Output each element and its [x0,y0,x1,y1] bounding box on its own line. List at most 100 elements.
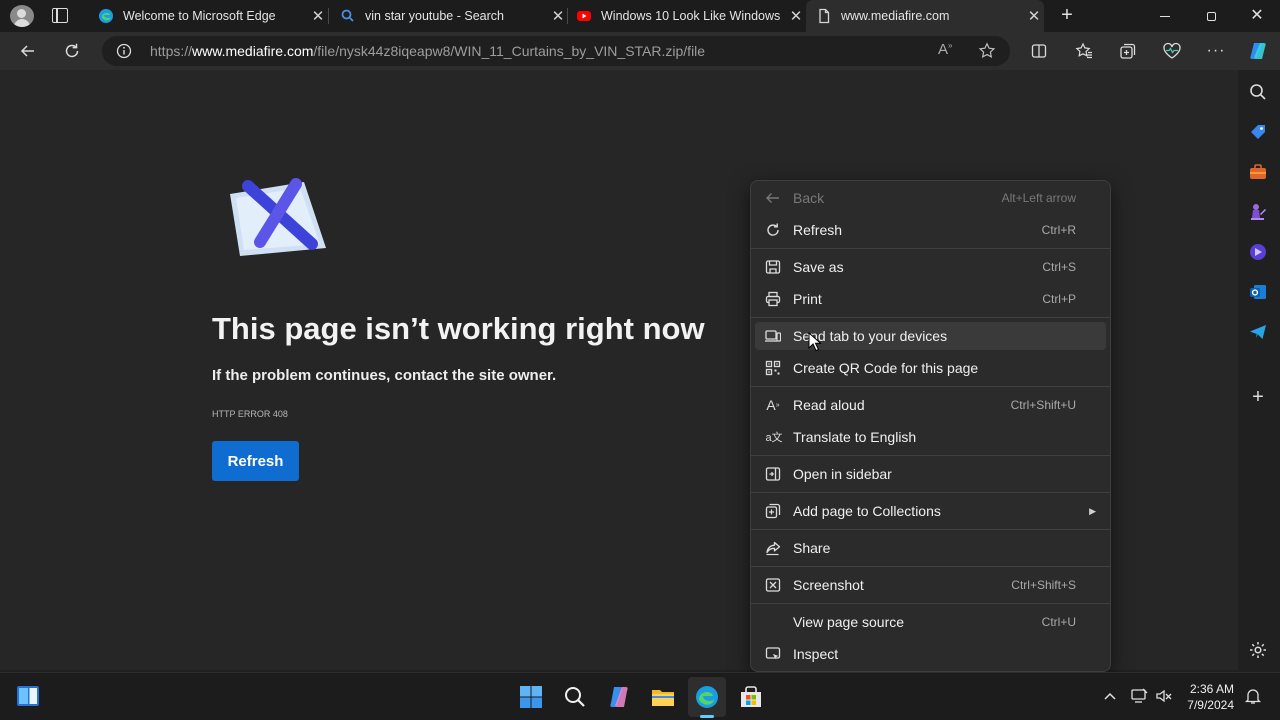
telegram-send-icon[interactable] [1248,322,1268,342]
menu-item-translate[interactable]: a文 Translate to English [755,423,1106,451]
close-window-button[interactable]: ✕ [1242,4,1272,28]
clock-time: 2:36 AM [1189,682,1234,696]
edge-icon[interactable] [693,683,721,711]
menu-item-save-as[interactable]: Save as Ctrl+S [755,253,1106,281]
favorite-star-icon[interactable] [978,42,996,60]
split-screen-button[interactable] [1026,38,1052,64]
menu-item-screenshot[interactable]: Screenshot Ctrl+Shift+S [755,571,1106,599]
error-title: This page isn’t working right now [212,311,705,346]
sidebar-icon [765,467,781,481]
add-sidebar-app-icon[interactable]: + [1248,386,1268,408]
close-tab-icon[interactable]: ✕ [1024,7,1044,25]
menu-shortcut: Ctrl+Shift+U [1010,398,1076,412]
menu-shortcut: Ctrl+R [1041,223,1076,237]
sidebar-search-icon[interactable] [1248,82,1268,102]
copilot-sidebar-icon[interactable] [1248,242,1268,262]
browser-essentials-button[interactable] [1159,38,1185,64]
tab-strip: Welcome to Microsoft Edge ✕ vin star you… [0,0,1280,32]
qr-code-icon [765,360,781,376]
menu-item-open-in-sidebar[interactable]: Open in sidebar [755,460,1106,488]
minimize-button[interactable] [1150,4,1180,28]
menu-separator [751,248,1110,249]
notification-bell-icon[interactable] [1244,687,1262,705]
new-tab-button[interactable]: + [1056,4,1078,26]
favorites-button[interactable] [1071,38,1097,64]
tab-title: Welcome to Microsoft Edge [123,9,276,23]
menu-label: Refresh [793,222,843,238]
split-screen-icon [1031,44,1047,58]
menu-item-qr-code[interactable]: Create QR Code for this page [755,354,1106,382]
close-tab-icon[interactable]: ✕ [548,7,568,25]
menu-item-view-source[interactable]: View page source Ctrl+U [755,608,1106,636]
taskbar-search-icon[interactable] [561,683,589,711]
menu-label: Create QR Code for this page [793,360,979,376]
submenu-arrow-icon: ▶ [1089,505,1096,516]
back-arrow-icon [766,193,779,203]
tab-divider [328,8,329,24]
file-explorer-icon[interactable] [649,683,677,711]
menu-shortcut: Ctrl+P [1042,292,1076,306]
menu-item-back[interactable]: Back Alt+Left arrow [755,184,1106,212]
page-icon [819,8,830,24]
clock-date: 7/9/2024 [1187,698,1234,712]
devices-icon [765,330,781,342]
menu-item-print[interactable]: Print Ctrl+P [755,285,1106,313]
error-subtitle: If the problem continues, contact the si… [212,367,557,384]
menu-item-read-aloud[interactable]: A» Read aloud Ctrl+Shift+U [755,391,1106,419]
collections-icon [765,503,781,519]
sidebar-settings-gear-icon[interactable] [1248,640,1268,660]
menu-item-share[interactable]: Share [755,534,1106,562]
screenshot-icon [765,578,781,592]
menu-separator [751,492,1110,493]
read-aloud-icon[interactable]: A» [938,41,952,58]
mouse-cursor-icon [808,332,822,352]
menu-label: Back [793,190,825,206]
tools-briefcase-icon[interactable] [1248,162,1268,182]
menu-item-refresh[interactable]: Refresh Ctrl+R [755,216,1106,244]
page-refresh-button[interactable]: Refresh [212,441,299,481]
copilot-button[interactable] [1245,38,1271,64]
microsoft-store-icon[interactable] [737,683,765,711]
outlook-icon[interactable] [1248,282,1268,302]
read-aloud-icon: A» [766,397,780,413]
toolbar: https://www.mediafire.com/file/nysk44z8i… [0,32,1280,70]
info-icon[interactable] [116,43,132,59]
menu-separator [751,455,1110,456]
volume-muted-icon[interactable] [1155,687,1173,705]
menu-item-inspect[interactable]: Inspect [755,640,1106,668]
url-text[interactable]: https://www.mediafire.com/file/nysk44z8i… [150,43,705,59]
chevron-up-icon[interactable] [1102,689,1118,703]
menu-item-add-to-collections[interactable]: Add page to Collections ▶ [755,497,1106,525]
network-icon[interactable] [1130,687,1148,705]
tab-title: Windows 10 Look Like Windows [601,9,781,23]
share-icon [766,541,781,556]
tab-mediafire[interactable]: www.mediafire.com ✕ [806,0,1044,32]
youtube-icon [577,11,591,21]
settings-more-button[interactable]: ··· [1203,38,1229,64]
menu-label: Translate to English [793,429,917,445]
back-button[interactable] [15,38,41,64]
refresh-button[interactable] [59,38,85,64]
address-bar[interactable]: https://www.mediafire.com/file/nysk44z8i… [102,36,1010,66]
save-icon [765,260,781,274]
collections-button[interactable] [1115,38,1141,64]
menu-shortcut: Ctrl+U [1041,615,1076,629]
system-clock[interactable]: 2:36 AM 7/9/2024 [1187,681,1234,713]
games-chess-icon[interactable] [1248,202,1268,222]
close-tab-icon[interactable]: ✕ [308,7,328,25]
start-windows-icon[interactable] [517,683,545,711]
tab-windows-10-look[interactable]: Windows 10 Look Like Windows ✕ [568,0,806,32]
tab-vin-star-search[interactable]: vin star youtube - Search ✕ [330,0,568,32]
tab-actions-icon[interactable] [52,8,68,23]
menu-separator [751,603,1110,604]
edge-sidebar [1238,70,1280,670]
menu-separator [751,529,1110,530]
shopping-tag-icon[interactable] [1248,122,1268,142]
copilot-taskbar-icon[interactable] [605,683,633,711]
widgets-icon[interactable] [14,682,42,710]
close-tab-icon[interactable]: ✕ [786,7,806,25]
restore-button[interactable] [1196,4,1226,28]
tab-welcome-edge[interactable]: Welcome to Microsoft Edge ✕ [88,0,328,32]
profile-avatar[interactable] [10,5,34,27]
taskbar: 2:36 AM 7/9/2024 [0,672,1280,720]
